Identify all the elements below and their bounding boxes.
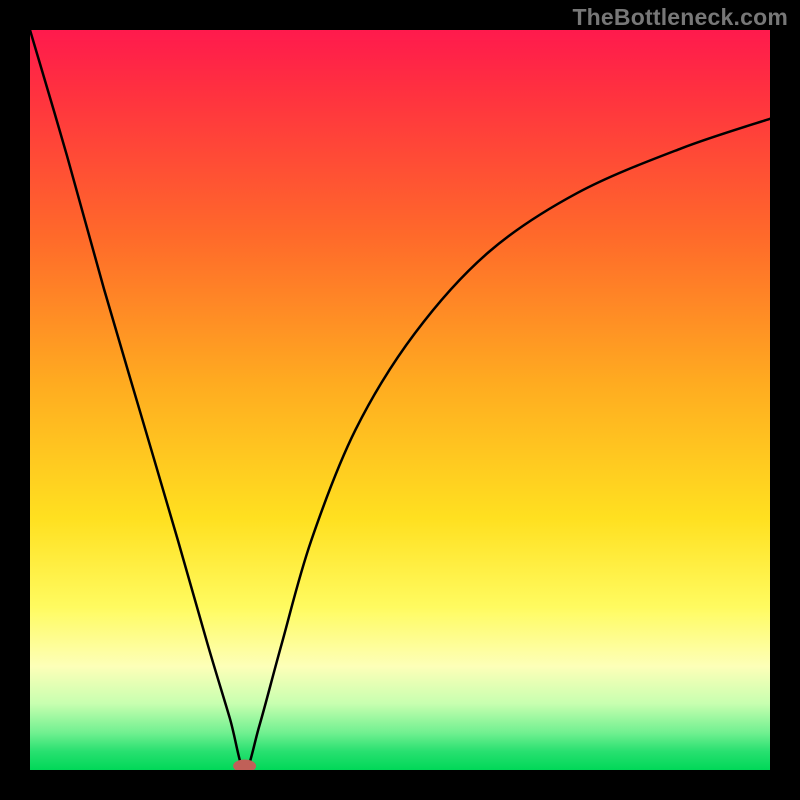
bottleneck-curve-svg — [30, 30, 770, 770]
minimum-marker — [234, 760, 256, 770]
plot-area — [30, 30, 770, 770]
chart-frame: TheBottleneck.com — [0, 0, 800, 800]
bottleneck-curve-line — [30, 30, 770, 770]
watermark-text: TheBottleneck.com — [572, 4, 788, 31]
